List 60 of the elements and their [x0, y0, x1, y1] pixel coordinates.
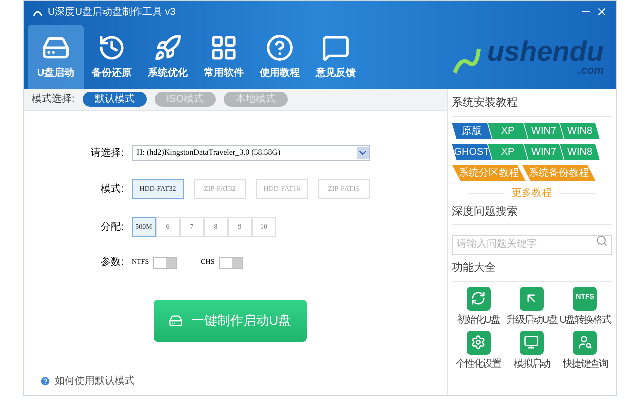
monitor-icon — [524, 335, 540, 350]
refresh-icon — [471, 291, 486, 306]
search-field[interactable]: 请输入问题关键字 — [452, 234, 612, 254]
params-label: 参数: — [100, 256, 124, 270]
chat-icon — [322, 34, 350, 62]
gear-icon — [471, 335, 486, 350]
drive-icon — [169, 314, 184, 328]
window-title: U深度U盘启动盘制作工具 v3 — [48, 6, 176, 20]
help-link[interactable]: 如何使用默认模式 — [55, 374, 135, 389]
tutorial-tag[interactable]: 系统分区教程 — [452, 164, 526, 182]
section-title: 系统安装教程 — [452, 95, 612, 116]
tool-icon-tile[interactable] — [520, 286, 544, 310]
tutorial-tag[interactable]: GHOST — [452, 144, 492, 160]
toggle-switch[interactable] — [153, 256, 178, 268]
logo-domain: .com — [578, 66, 604, 77]
tutorial-tag[interactable]: XP — [488, 122, 528, 140]
tutorial-tag[interactable]: WIN7 — [524, 144, 564, 160]
toolbar-tab[interactable]: 意见反馈 — [308, 25, 364, 89]
alloc-label: 分配: — [100, 220, 124, 234]
tutorial-tag[interactable]: WIN7 — [524, 122, 564, 140]
tutorial-tag[interactable]: WIN8 — [560, 144, 600, 160]
make-boot-usb-button[interactable]: 一键制作启动U盘 — [154, 300, 307, 342]
rocket-icon — [154, 34, 182, 62]
tool-label: 初始化U盘 — [458, 314, 500, 328]
logo-text: ushendu — [487, 38, 604, 66]
tool-icon-tile[interactable] — [573, 330, 598, 354]
section-title: 深度问题搜索 — [452, 204, 612, 225]
tool-label: 模拟启动 — [514, 358, 550, 372]
dropdown-icon — [357, 147, 369, 159]
mode-select-label: 模式选择: — [32, 92, 75, 107]
section-title: 功能大全 — [452, 260, 612, 282]
clock-icon — [98, 34, 126, 62]
close-icon[interactable] — [596, 6, 608, 18]
search-person-icon — [578, 335, 593, 350]
drive-label: 请选择: — [90, 146, 124, 160]
toolbar-tab[interactable]: 备份还原 — [84, 25, 140, 89]
search-icon — [596, 235, 608, 247]
tutorial-tag[interactable]: WIN8 — [560, 122, 600, 140]
toolbar-tab[interactable]: U盘启动 — [28, 25, 84, 89]
toolbar-tab[interactable]: 系统优化 — [140, 25, 196, 89]
help-icon — [266, 34, 294, 62]
toolbar-tab[interactable]: 使用教程 — [252, 25, 308, 89]
tool-label: 快捷键查询 — [562, 358, 608, 372]
more-tutorials-link[interactable]: 更多教程 — [512, 186, 552, 200]
drive-select[interactable]: H: (hd2)KingstonDataTraveler_3.0 (58.58G) — [132, 145, 370, 161]
tool-icon-tile[interactable] — [466, 330, 491, 354]
tool-icon-tile[interactable] — [466, 286, 491, 310]
tutorial-tag[interactable]: 原版 — [452, 122, 492, 140]
tutorial-tag[interactable]: 系统备份教程 — [522, 164, 596, 182]
tool-icon-tile[interactable] — [520, 330, 544, 354]
mode-tab[interactable]: 默认模式 — [82, 92, 147, 107]
tutorial-tag[interactable]: XP — [488, 144, 528, 160]
tool-label: 个性化设置 — [456, 358, 502, 372]
grid-icon — [210, 34, 238, 62]
toolbar-tab[interactable]: 常用软件 — [196, 25, 252, 89]
mode-label: 模式: — [100, 182, 124, 196]
tool-label: 升级启动U盘 — [506, 314, 558, 328]
tool-label: U盘转换格式 — [560, 314, 611, 328]
toggle-switch[interactable] — [218, 256, 243, 268]
help-icon — [40, 376, 51, 387]
